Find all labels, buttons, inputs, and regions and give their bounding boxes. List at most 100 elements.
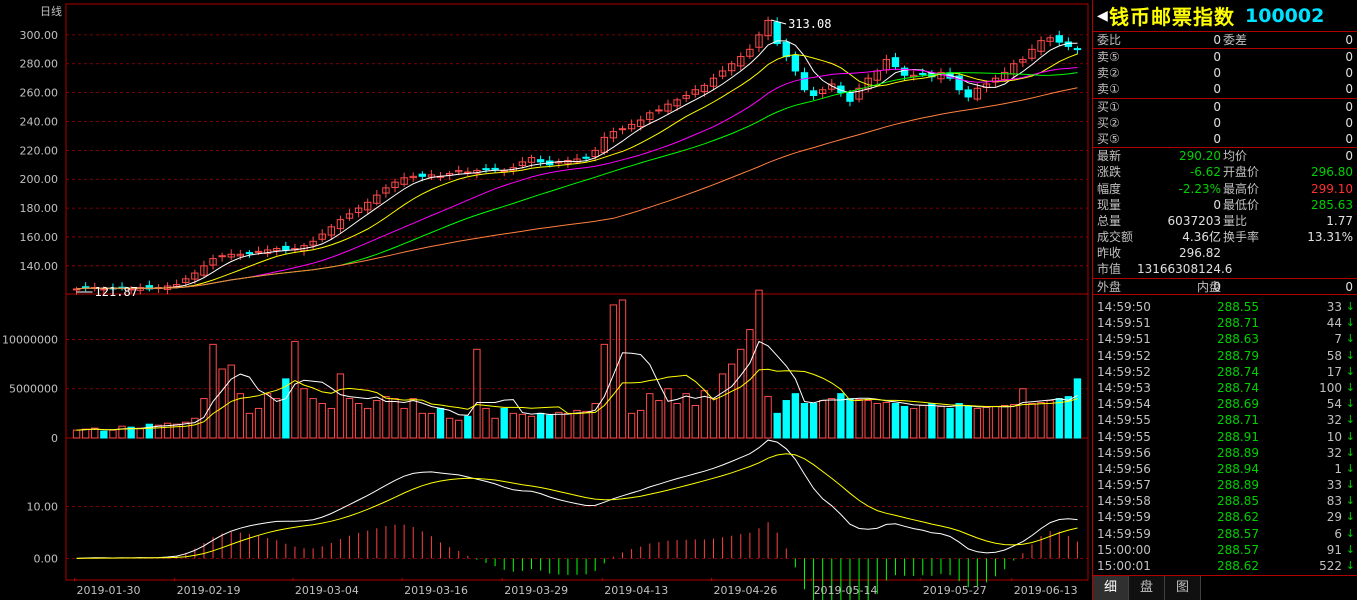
tab-2[interactable]: 图 [1165, 576, 1201, 600]
volume-bar [582, 410, 590, 439]
stat-row-latest: 最新 290.20 均价 0 [1093, 148, 1357, 164]
tick-price: 288.74 [1217, 380, 1259, 395]
open-label: 开盘价 [1223, 165, 1260, 180]
buy-orders: 买① 0 0 买② 0 0 买⑤ 0 0 [1093, 99, 1357, 149]
date-label: 2019-01-30 [77, 584, 141, 597]
volume-bar [327, 407, 336, 439]
volume-bar [263, 393, 272, 439]
prev-arrow-icon[interactable]: ◀ [1097, 8, 1109, 24]
instrument-code: 100002 [1245, 4, 1325, 27]
volume-bar [955, 403, 963, 439]
volume-bar [154, 424, 163, 439]
down-arrow-icon: ↓ [1345, 526, 1355, 540]
tick-row: 14:59:51 288.63 7 ↓ [1093, 331, 1357, 347]
tick-time: 14:59:57 [1097, 478, 1151, 493]
down-arrow-icon: ↓ [1345, 413, 1355, 427]
sell-level-1: 卖② 0 0 [1093, 65, 1357, 81]
indicator-axis-label: 0.00 [34, 552, 59, 565]
volume-bar [646, 393, 654, 439]
volume-bar [245, 412, 254, 439]
down-arrow-icon: ↓ [1345, 397, 1355, 411]
volume-bar [891, 403, 900, 439]
stat-row-totvol: 总量 6037203 量比 1.77 [1093, 213, 1357, 229]
candle-body [582, 156, 590, 159]
sell-level-2: 卖① 0 0 [1093, 81, 1357, 97]
date-label: 2019-04-26 [713, 584, 777, 597]
tick-price: 288.89 [1217, 478, 1259, 493]
tab-1[interactable]: 盘 [1129, 576, 1165, 600]
volume-bar [382, 396, 390, 439]
tick-qty: 91 [1326, 542, 1342, 557]
volume-axis-label: 10000000 [2, 333, 58, 346]
stats-block: 最新 290.20 均价 0 涨跌 -6.62 开盘价 296.80 幅度 -2… [1093, 148, 1357, 279]
volume-bar [718, 373, 727, 439]
stat-row-amount: 成交额 4.36亿 换手率 13.31% [1093, 229, 1357, 245]
amount-label: 成交额 [1097, 230, 1134, 245]
pct-label: 幅度 [1097, 181, 1122, 196]
tick-row: 14:59:55 288.71 32 ↓ [1093, 412, 1357, 428]
candle-body [81, 286, 90, 289]
candle-body [482, 168, 490, 171]
candle-body [536, 159, 545, 163]
tick-row: 15:00:00 288.57 91 ↓ [1093, 542, 1357, 558]
candle-body [919, 72, 927, 75]
tick-row: 14:59:54 288.69 54 ↓ [1093, 396, 1357, 412]
volume-bar [864, 400, 872, 439]
candle-body [245, 252, 254, 255]
tick-price: 288.71 [1217, 413, 1259, 428]
kline-chart-area[interactable]: 300.00 280.00 260.00 240.00 220.00 200.00 180.… [0, 0, 1092, 600]
ma-line-ma5 [76, 40, 1078, 290]
totvol-label: 总量 [1097, 213, 1122, 228]
buy-level-0: 买① 0 0 [1093, 99, 1357, 115]
buy-level-1: 买② 0 0 [1093, 115, 1357, 131]
tick-qty: 32 [1326, 413, 1342, 428]
down-arrow-icon: ↓ [1345, 316, 1355, 330]
weibi-row: 委比 0 委差 0 [1093, 32, 1357, 49]
tab-0[interactable]: 细 [1093, 576, 1129, 600]
volume-bar [991, 405, 1000, 439]
weibi-value: 0 [1213, 33, 1221, 47]
volume-bar [418, 412, 427, 439]
tick-qty: 29 [1326, 510, 1342, 525]
curvol-label: 现量 [1097, 197, 1122, 212]
volume-bar [518, 413, 527, 439]
tick-time: 14:59:56 [1097, 445, 1151, 460]
volume-ma5 [76, 340, 1078, 431]
candle-body [1055, 35, 1063, 43]
stat-row-curvol: 现量 0 最低价 285.63 [1093, 197, 1357, 213]
volume-bar [1037, 402, 1045, 439]
tick-row: 14:59:52 288.74 17 ↓ [1093, 364, 1357, 380]
buy-level-2: 买⑤ 0 0 [1093, 131, 1357, 147]
sell-level-2-price: 0 [1213, 82, 1221, 97]
tick-row: 14:59:50 288.55 33 ↓ [1093, 299, 1357, 315]
candle-body [418, 173, 427, 177]
volume-bar [436, 407, 445, 439]
tick-time: 14:59:55 [1097, 429, 1151, 444]
date-label: 2019-06-13 [1014, 584, 1078, 597]
tick-price: 288.55 [1217, 300, 1259, 314]
sell-level-0-label: 卖⑤ [1097, 50, 1120, 64]
turnover-value: 13.31% [1307, 230, 1353, 245]
volume-bar [118, 425, 126, 439]
volume-bar [273, 398, 281, 439]
volume-bar [1073, 378, 1082, 439]
kline-chart[interactable]: 300.00 280.00 260.00 240.00 220.00 200.00 180.… [0, 0, 1092, 600]
price-axis-label: 300.00 [20, 29, 59, 42]
sell-level-1-price: 0 [1213, 66, 1221, 81]
volume-bar [455, 419, 463, 439]
latest-value: 290.20 [1179, 149, 1221, 164]
low-marker-label: 121.87 [95, 285, 138, 299]
volume-bar [364, 407, 372, 439]
date-label: 2019-03-29 [504, 584, 568, 597]
sell-level-2-label: 卖① [1097, 82, 1120, 97]
tick-list[interactable]: 14:59:50 288.55 33 ↓ 14:59:51 288.71 44 ↓ 14:59:… [1093, 299, 1357, 574]
volume-bar [564, 412, 572, 439]
tick-row: 14:59:51 288.71 44 ↓ [1093, 315, 1357, 331]
candle-body [846, 92, 854, 102]
volume-bar [464, 415, 472, 439]
volume-bar [318, 403, 326, 439]
tick-time: 15:00:01 [1097, 559, 1151, 573]
volume-bar [919, 404, 927, 439]
curvol-value: 0 [1213, 197, 1221, 212]
avg-label: 均价 [1223, 149, 1248, 164]
